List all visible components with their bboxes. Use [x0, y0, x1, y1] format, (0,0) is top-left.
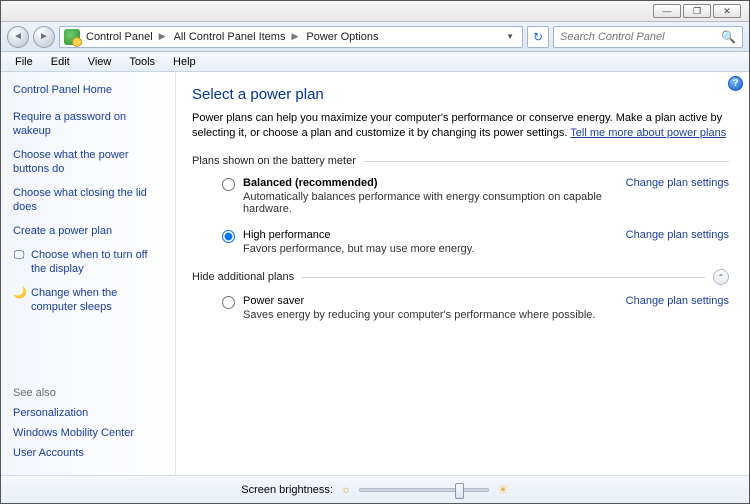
menu-bar: File Edit View Tools Help [1, 52, 749, 72]
close-button[interactable]: ✕ [713, 4, 741, 18]
brightness-footer: Screen brightness: ☼ ☀ [1, 475, 749, 503]
plan-saver-desc: Saves energy by reducing your computer's… [243, 309, 614, 321]
collapse-additional-button[interactable]: ⌃ [713, 269, 729, 285]
see-also-mobility-center[interactable]: Windows Mobility Center [13, 427, 165, 439]
plan-power-saver: Power saver Saves energy by reducing you… [192, 295, 729, 321]
forward-button[interactable]: ► [33, 26, 55, 48]
change-settings-balanced[interactable]: Change plan settings [626, 177, 729, 189]
group-additional-plans: Hide additional plans ⌃ [192, 269, 729, 285]
menu-view[interactable]: View [80, 54, 120, 70]
maximize-button[interactable]: ❐ [683, 4, 711, 18]
brightness-thumb[interactable] [455, 483, 464, 499]
sun-dim-icon: ☼ [341, 484, 351, 496]
breadcrumb-all-items[interactable]: All Control Panel Items▶ [172, 31, 301, 43]
menu-edit[interactable]: Edit [43, 54, 78, 70]
search-icon: 🔍 [721, 30, 736, 44]
minimize-button[interactable]: — [653, 4, 681, 18]
sidebar-link-turn-off-display[interactable]: 🖵Choose when to turn off the display [13, 248, 165, 276]
main-content: ? Select a power plan Power plans can he… [176, 72, 749, 475]
navigation-row: ◄ ► Control Panel▶ All Control Panel Ite… [1, 22, 749, 52]
title-bar: — ❐ ✕ [1, 1, 749, 22]
plan-highperf-name: High performance [243, 229, 614, 241]
plan-balanced-radio[interactable] [222, 178, 235, 191]
plan-highperf-desc: Favors performance, but may use more ene… [243, 243, 614, 255]
see-also-label: See also [13, 387, 165, 399]
plan-saver-radio[interactable] [222, 296, 235, 309]
control-panel-icon [64, 29, 80, 45]
search-input[interactable] [560, 31, 721, 43]
menu-tools[interactable]: Tools [121, 54, 163, 70]
plan-high-performance: High performance Favors performance, but… [192, 229, 729, 255]
display-icon: 🖵 [13, 248, 25, 276]
intro-text: Power plans can help you maximize your c… [192, 111, 729, 141]
plan-balanced-desc: Automatically balances performance with … [243, 191, 614, 215]
see-also-personalization[interactable]: Personalization [13, 407, 165, 419]
sun-bright-icon: ☀ [497, 482, 509, 498]
see-also-user-accounts[interactable]: User Accounts [13, 447, 165, 459]
brightness-label: Screen brightness: [241, 484, 333, 496]
plan-highperf-radio[interactable] [222, 230, 235, 243]
sidebar-link-create-plan[interactable]: Create a power plan [13, 224, 165, 238]
sidebar-link-computer-sleeps[interactable]: 🌙Change when the computer sleeps [13, 286, 165, 314]
breadcrumb-power-options[interactable]: Power Options [304, 31, 380, 43]
sidebar-link-password-wakeup[interactable]: Require a password on wakeup [13, 110, 165, 138]
group-battery-meter: Plans shown on the battery meter [192, 155, 729, 167]
address-dropdown-icon[interactable]: ▼ [502, 32, 518, 41]
brightness-slider[interactable] [359, 488, 489, 492]
change-settings-highperf[interactable]: Change plan settings [626, 229, 729, 241]
tell-me-more-link[interactable]: Tell me more about power plans [570, 127, 726, 139]
sidebar-link-closing-lid[interactable]: Choose what closing the lid does [13, 186, 165, 214]
plan-saver-name: Power saver [243, 295, 614, 307]
menu-file[interactable]: File [7, 54, 41, 70]
plan-balanced-name: Balanced (recommended) [243, 177, 614, 189]
refresh-button[interactable]: ↻ [527, 26, 549, 48]
plan-balanced: Balanced (recommended) Automatically bal… [192, 177, 729, 215]
page-title: Select a power plan [192, 86, 729, 103]
help-icon[interactable]: ? [728, 76, 743, 91]
sidebar-link-power-buttons[interactable]: Choose what the power buttons do [13, 148, 165, 176]
control-panel-home-link[interactable]: Control Panel Home [13, 84, 165, 96]
menu-help[interactable]: Help [165, 54, 204, 70]
search-box[interactable]: 🔍 [553, 26, 743, 48]
address-bar[interactable]: Control Panel▶ All Control Panel Items▶ … [59, 26, 523, 48]
sidebar: Control Panel Home Require a password on… [1, 72, 176, 475]
change-settings-saver[interactable]: Change plan settings [626, 295, 729, 307]
back-button[interactable]: ◄ [7, 26, 29, 48]
breadcrumb-control-panel[interactable]: Control Panel▶ [84, 31, 168, 43]
moon-icon: 🌙 [13, 286, 25, 314]
